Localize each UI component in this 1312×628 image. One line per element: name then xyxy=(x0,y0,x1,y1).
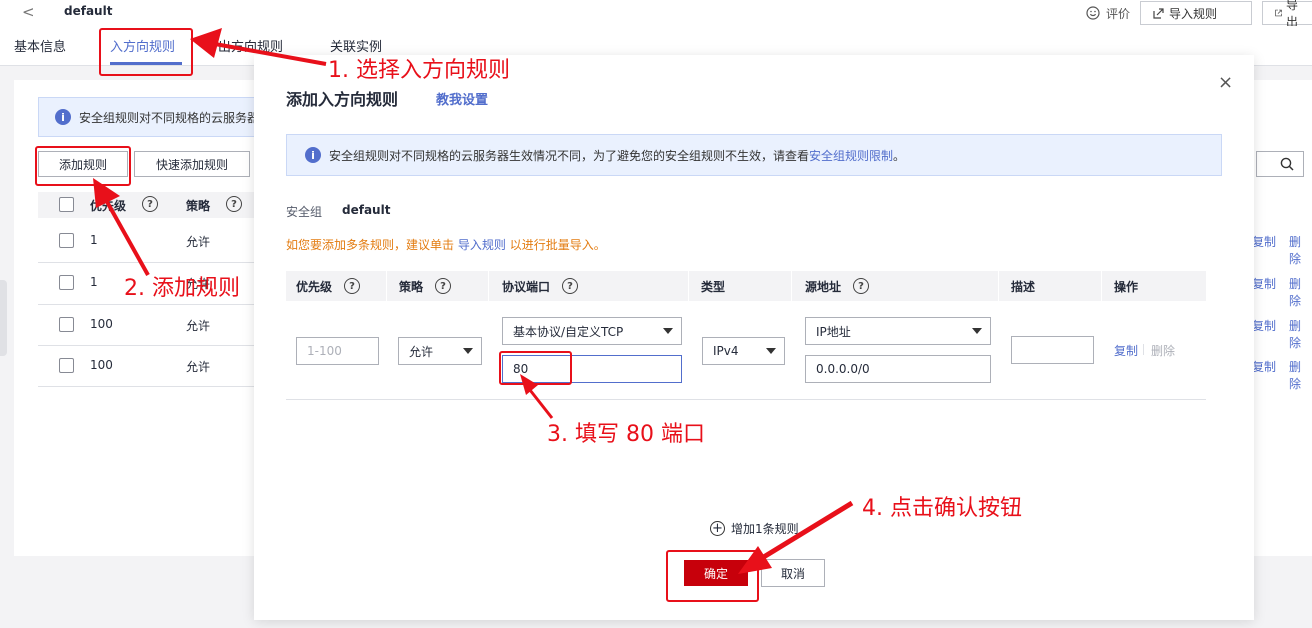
arrow-step3 xyxy=(528,389,554,419)
annotation-step4: 4. 点击确认按钮 xyxy=(862,496,1022,521)
arrow-step2 xyxy=(104,199,150,276)
arrowhead-step3 xyxy=(520,374,538,395)
annotation-step1: 1. 选择入方向规则 xyxy=(328,58,510,83)
arrowhead-step4 xyxy=(738,546,772,574)
annotation-step3: 3. 填写 80 端口 xyxy=(547,422,705,447)
arrow-step1 xyxy=(214,42,327,66)
annotation-arrows xyxy=(93,28,854,574)
arrowhead-step1 xyxy=(190,28,222,58)
arrow-step4 xyxy=(760,500,854,561)
annotation-step2: 2. 添加规则 xyxy=(124,276,240,301)
